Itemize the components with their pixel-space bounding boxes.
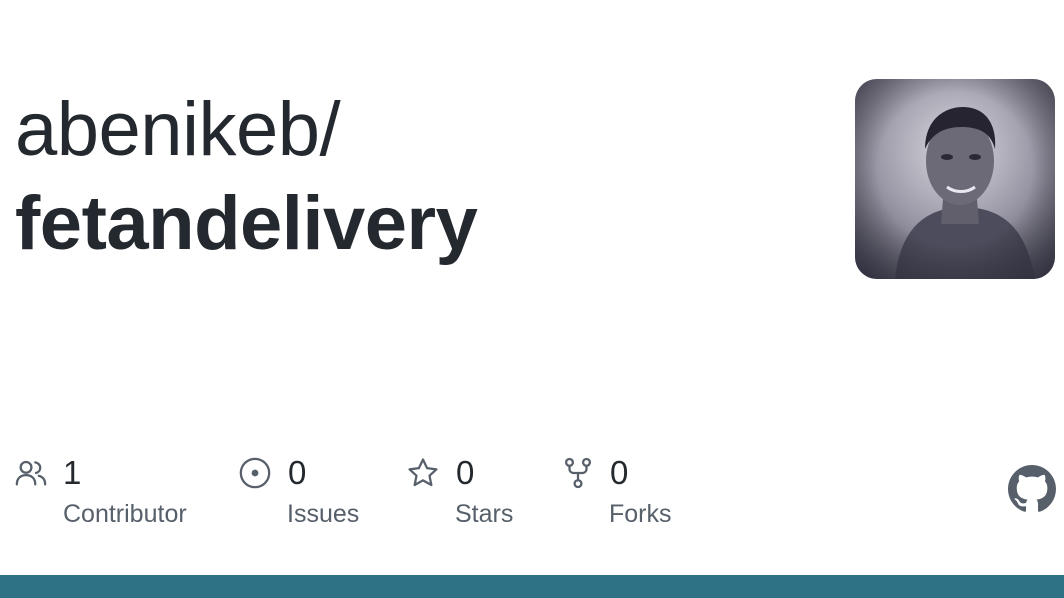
- repo-name[interactable]: fetandelivery: [15, 186, 478, 262]
- people-icon: [14, 456, 48, 490]
- star-icon: [406, 456, 440, 490]
- contributor-label: Contributor: [63, 500, 187, 528]
- stars-label: Stars: [455, 500, 514, 528]
- forks-label: Forks: [609, 500, 672, 528]
- forks-count: 0: [610, 454, 629, 491]
- github-mark-icon[interactable]: [1008, 465, 1056, 513]
- issue-icon: [238, 456, 272, 490]
- contributor-count: 1: [63, 454, 82, 491]
- repo-owner[interactable]: abenikeb/: [15, 92, 341, 168]
- issues-count: 0: [288, 454, 307, 491]
- fork-icon: [561, 456, 595, 490]
- stars-count: 0: [456, 454, 475, 491]
- issues-label: Issues: [287, 500, 360, 528]
- avatar-image: [855, 79, 1055, 279]
- repo-stats: 1 Contributor 0 Issues 0 Stars 0 Forks: [0, 452, 1064, 542]
- avatar[interactable]: [855, 79, 1055, 279]
- bottom-accent-bar: [0, 575, 1064, 598]
